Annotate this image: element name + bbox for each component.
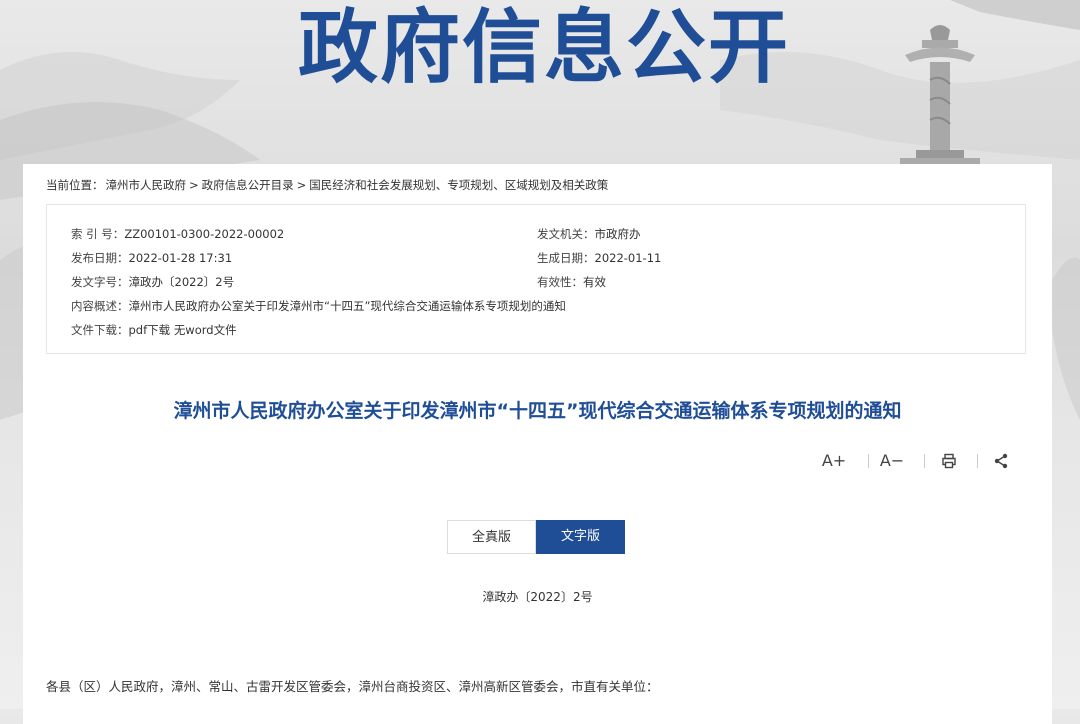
meta-issuer: 发文机关：市政府办	[537, 226, 641, 242]
meta-docno-label: 发文字号：	[71, 275, 129, 289]
toolbar-divider	[924, 454, 925, 468]
share-icon	[994, 453, 1008, 469]
breadcrumb-prefix: 当前位置：	[46, 178, 104, 192]
document-number: 漳政办〔2022〕2号	[482, 590, 593, 604]
document-metadata-box: 索 引 号：ZZ00101-0300-2022-00002 发文机关：市政府办 …	[46, 204, 1026, 354]
meta-publish-label: 发布日期：	[71, 251, 129, 265]
meta-validity-label: 有效性：	[537, 275, 583, 289]
share-button[interactable]	[989, 449, 1013, 473]
banner-title: 政府信息公开	[298, 1, 790, 94]
no-word-file-text: 无word文件	[173, 323, 237, 337]
tab-full-version[interactable]: 全真版	[447, 520, 536, 554]
printer-icon	[942, 453, 956, 469]
meta-summary: 内容概述：漳州市人民政府办公室关于印发漳州市“十四五”现代综合交通运输体系专项规…	[71, 298, 566, 314]
toolbar-divider	[868, 454, 869, 468]
meta-index-label: 索 引 号：	[71, 227, 125, 241]
document-salutation: 各县（区）人民政府，漳州、常山、古雷开发区管委会，漳州台商投资区、漳州高新区管委…	[46, 679, 659, 694]
meta-issuer-label: 发文机关：	[537, 227, 595, 241]
meta-publish-value: 2022-01-28 17:31	[128, 251, 233, 265]
meta-docno-value: 漳政办〔2022〕2号	[128, 275, 235, 289]
meta-publish-date: 发布日期：2022-01-28 17:31	[71, 250, 232, 266]
breadcrumb-link-catalog[interactable]: 政府信息公开目录	[202, 178, 294, 192]
font-increase-button[interactable]: A+	[821, 449, 847, 473]
breadcrumb-link-category[interactable]: 国民经济和社会发展规划、专项规划、区域规划及相关政策	[309, 178, 608, 192]
tab-text-version[interactable]: 文字版	[536, 520, 625, 554]
breadcrumb-link-home[interactable]: 漳州市人民政府	[106, 178, 187, 192]
font-decrease-button[interactable]: A−	[879, 449, 905, 473]
toolbar-divider	[977, 454, 978, 468]
pdf-download-link[interactable]: pdf下载	[129, 323, 171, 337]
breadcrumb: 当前位置： 漳州市人民政府 > 政府信息公开目录 > 国民经济和社会发展规划、专项规划、区…	[46, 177, 608, 193]
meta-download-label: 文件下载：	[71, 323, 129, 337]
meta-issuer-value: 市政府办	[594, 227, 641, 241]
meta-index: 索 引 号：ZZ00101-0300-2022-00002	[71, 226, 284, 242]
document-title: 漳州市人民政府办公室关于印发漳州市“十四五”现代综合交通运输体系专项规划的通知	[173, 400, 902, 422]
meta-effective-value: 2022-01-11	[594, 251, 662, 265]
breadcrumb-separator: >	[189, 178, 199, 192]
breadcrumb-separator: >	[296, 178, 307, 192]
meta-validity-value: 有效	[583, 275, 606, 289]
meta-summary-value: 漳州市人民政府办公室关于印发漳州市“十四五”现代综合交通运输体系专项规划的通知	[128, 299, 566, 313]
print-button[interactable]	[937, 449, 961, 473]
meta-download: 文件下载：pdf下载 无word文件	[71, 322, 237, 338]
huabiao-pillar-illustration	[900, 25, 980, 166]
meta-validity: 有效性：有效	[537, 274, 606, 290]
meta-index-value: ZZ00101-0300-2022-00002	[124, 227, 285, 241]
content-card: 当前位置： 漳州市人民政府 > 政府信息公开目录 > 国民经济和社会发展规划、专项规划、区…	[23, 164, 1052, 724]
article-toolbar: A+ A−	[813, 449, 1013, 473]
meta-effective-label: 生成日期：	[537, 251, 595, 265]
meta-doc-number: 发文字号：漳政办〔2022〕2号	[71, 274, 234, 290]
meta-summary-label: 内容概述：	[71, 299, 129, 313]
meta-effective-date: 生成日期：2022-01-11	[537, 250, 661, 266]
